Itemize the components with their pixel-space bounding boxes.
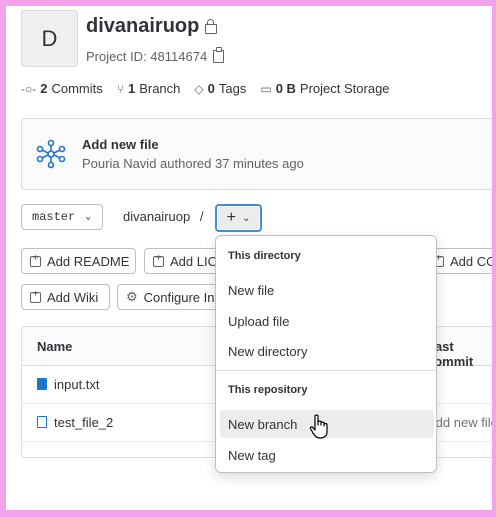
file-text-icon (37, 378, 47, 390)
branch-icon: ⑂ (116, 81, 124, 96)
breadcrumb-separator: / (199, 209, 204, 224)
hand-cursor-icon (309, 414, 328, 439)
copy-icon[interactable] (213, 47, 225, 63)
branch-selector[interactable]: master ⌄ (21, 204, 103, 230)
menu-item-new-directory[interactable]: New directory (220, 337, 434, 365)
project-name[interactable]: divanairuop (86, 15, 199, 38)
last-commit-panel: Add new file Pouria Navid authored 37 mi… (21, 118, 492, 190)
add-to-tree-button[interactable]: + ⌄ (215, 204, 262, 232)
storage-icon: ▭ (260, 81, 272, 96)
header-name: Name (37, 339, 73, 354)
stat-tags[interactable]: ◇ 0 Tags (194, 81, 246, 96)
stat-commits[interactable]: -○- 2 Commits (21, 81, 103, 96)
menu-item-upload-file[interactable]: Upload file (220, 307, 434, 335)
dropdown-section-repository: This repository (228, 384, 308, 396)
add-readme-button[interactable]: Add README (21, 248, 136, 274)
dropdown-section-directory: This directory (228, 250, 301, 262)
project-page: D divanairuop Project ID: 48114674 -○- 2… (6, 6, 492, 510)
gear-icon: ⚙ (126, 289, 138, 304)
add-wiki-button[interactable]: Add Wiki (21, 284, 110, 310)
commit-meta: Pouria Navid authored 37 minutes ago (82, 156, 304, 171)
plus-square-icon (30, 253, 41, 267)
menu-item-new-tag[interactable]: New tag (220, 441, 434, 469)
chevron-down-icon: ⌄ (85, 212, 92, 223)
dropdown-divider (216, 370, 436, 371)
menu-item-new-file[interactable]: New file (220, 276, 434, 304)
project-title: divanairuop (86, 15, 218, 38)
author-avatar[interactable] (36, 139, 66, 169)
file-icon (37, 416, 47, 428)
project-id: Project ID: 48114674 (86, 47, 225, 64)
branch-name: master (32, 210, 76, 224)
plus-icon: + (226, 209, 236, 226)
commit-title[interactable]: Add new file (82, 137, 159, 152)
project-stats: -○- 2 Commits ⑂ 1 Branch ◇ 0 Tags ▭ 0 B Proj… (21, 81, 390, 96)
plus-square-icon (153, 253, 164, 267)
project-id-label: Project ID: 48114674 (86, 49, 208, 64)
file-name[interactable]: test_file_2 (54, 415, 113, 430)
breadcrumb: divanairuop / (123, 209, 203, 224)
stat-storage[interactable]: ▭ 0 B Project Storage (260, 81, 389, 96)
chevron-down-icon: ⌄ (241, 212, 251, 224)
tag-icon: ◇ (194, 81, 204, 96)
project-avatar: D (21, 10, 78, 67)
plus-square-icon (30, 289, 41, 303)
breadcrumb-project[interactable]: divanairuop (123, 209, 190, 224)
stat-branches[interactable]: ⑂ 1 Branch (117, 81, 181, 96)
commit-icon: -○- (21, 81, 37, 96)
file-name[interactable]: input.txt (54, 377, 100, 392)
lock-icon (205, 18, 218, 34)
